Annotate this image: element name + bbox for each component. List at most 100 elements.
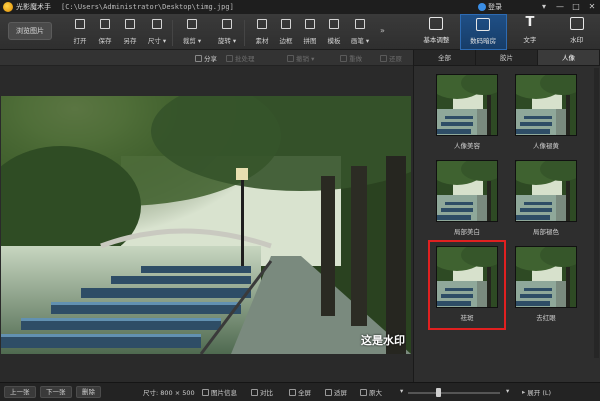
tab-text[interactable]: T 文字 [507, 14, 554, 50]
share-icon [195, 54, 202, 62]
undo-icon [287, 54, 294, 62]
crop-button[interactable]: 裁剪 ▾ [180, 18, 204, 48]
brush-icon [355, 19, 365, 29]
border-button[interactable]: 边框 [274, 18, 298, 48]
compare-button[interactable]: 对比 [251, 387, 273, 397]
effect-preview [515, 160, 577, 222]
effect-portrait-beauty[interactable]: 人像美容 [434, 74, 500, 152]
open-button[interactable]: 打开 [68, 18, 92, 48]
zoom-in-button[interactable]: ▾ [506, 387, 509, 395]
text-icon: T [525, 15, 535, 30]
app-logo-icon [3, 2, 13, 12]
actual-size-icon [360, 388, 367, 396]
template-label: 模板 [327, 37, 341, 45]
image-info-label: 图片信息 [211, 389, 237, 397]
minimize-button[interactable]: — [554, 1, 566, 12]
undo-button[interactable]: 撤销 ▾ [287, 53, 314, 63]
batch-icon [226, 54, 233, 62]
toolbar-more-button[interactable]: » [380, 26, 385, 35]
brush-button[interactable]: 画笔 ▾ [348, 18, 372, 48]
tab-watermark[interactable]: 水印 [553, 14, 600, 50]
image-info-button[interactable]: 图片信息 [202, 387, 237, 397]
fullscreen-icon [289, 388, 296, 396]
effect-red-eye-removal[interactable]: 去红眼 [513, 246, 579, 324]
resize-label: 尺寸 ▾ [147, 37, 167, 45]
maximize-button[interactable]: □ [570, 1, 582, 12]
toolbar-divider [172, 20, 173, 46]
tab-watermark-label: 水印 [570, 36, 584, 44]
effect-preview [436, 160, 498, 222]
template-button[interactable]: 模板 [322, 18, 346, 48]
effect-label: 祛斑 [460, 314, 474, 322]
share-button[interactable]: 分享 [195, 53, 217, 63]
batch-label: 批处理 [235, 55, 255, 63]
rotate-label: 旋转 ▾ [217, 37, 237, 45]
rotate-icon [222, 19, 232, 29]
tab-portrait[interactable]: 人像 [538, 50, 600, 65]
crop-label: 裁剪 ▾ [182, 37, 202, 45]
effect-portrait-fade-yellow[interactable]: 人像褪黄 [513, 74, 579, 152]
edited-photo[interactable]: 这是水印 [1, 96, 411, 354]
brush-label: 画笔 ▾ [350, 37, 370, 45]
title-bar: 光影魔术手 [C:\Users\Administrator\Desktop\ti… [0, 0, 600, 14]
collage-icon [305, 19, 315, 29]
material-button[interactable]: 素材 [250, 18, 274, 48]
expand-panel-button[interactable]: ▸ 展开 (L) [522, 387, 551, 397]
expand-label: 展开 (L) [527, 389, 552, 397]
edit-action-bar: 分享 批处理 撤销 ▾ 重做 还原 [0, 50, 413, 66]
fullscreen-label: 全屏 [298, 389, 311, 397]
image-canvas[interactable]: 这是水印 [0, 66, 413, 382]
fullscreen-button[interactable]: 全屏 [289, 387, 311, 397]
browse-images-button[interactable]: 浏览图片 [8, 22, 52, 40]
zoom-slider[interactable] [408, 388, 500, 397]
save-as-label: 另存 [123, 37, 137, 45]
delete-button[interactable]: 删除 [76, 386, 101, 398]
fit-screen-label: 适屏 [334, 389, 347, 397]
watermark-text: 这是水印 [361, 334, 405, 347]
collage-button[interactable]: 拼图 [298, 18, 322, 48]
restore-button[interactable]: 还原 [380, 53, 402, 63]
effect-preview [515, 74, 577, 136]
previous-image-button[interactable]: 上一张 [4, 386, 36, 398]
tab-digital-darkroom[interactable]: 数码暗房 [459, 14, 507, 50]
tab-basic-adjust[interactable]: 基本调整 [413, 14, 460, 50]
redo-label: 重做 [349, 55, 362, 63]
zoom-out-button[interactable]: ▾ [400, 387, 403, 395]
effects-panel: 全部 胶片 人像 人像美容 人像褪黄 局部美白 局部褪色 祛斑 去红眼 [413, 50, 600, 382]
save-as-button[interactable]: 另存 [118, 18, 142, 48]
resize-button[interactable]: 尺寸 ▾ [145, 18, 169, 48]
photo-scene [1, 96, 411, 354]
next-image-button[interactable]: 下一张 [40, 386, 72, 398]
effect-preview [436, 246, 498, 308]
material-label: 素材 [255, 37, 269, 45]
batch-button[interactable]: 批处理 [226, 53, 255, 63]
effect-label: 人像褪黄 [533, 142, 559, 150]
effect-spot-removal[interactable]: 祛斑 [428, 240, 506, 330]
tab-film[interactable]: 胶片 [476, 50, 538, 65]
status-bar: 上一张 下一张 删除 尺寸: 800 × 500 图片信息 对比 全屏 适屏 原… [0, 382, 600, 401]
tab-digital-darkroom-label: 数码暗房 [470, 37, 497, 45]
menu-dropdown-button[interactable]: ▾ [538, 1, 550, 12]
panel-scrollbar[interactable] [594, 68, 599, 358]
main-toolbar: 浏览图片 打开 保存 另存 尺寸 ▾ 裁剪 ▾ 旋转 ▾ 素材 边框 拼图 模板 [0, 14, 600, 50]
effect-label: 人像美容 [454, 142, 480, 150]
login-button[interactable]: 登录 [478, 2, 502, 12]
actual-size-button[interactable]: 原大 [360, 387, 382, 397]
fit-screen-button[interactable]: 适屏 [325, 387, 347, 397]
effect-local-fade[interactable]: 局部褪色 [513, 160, 579, 238]
material-icon [257, 19, 267, 29]
redo-button[interactable]: 重做 [340, 53, 362, 63]
expand-icon: ▸ [522, 388, 526, 396]
compare-label: 对比 [260, 389, 273, 397]
undo-label: 撤销 ▾ [296, 55, 315, 63]
watermark-icon [569, 17, 584, 30]
toolbar-divider [244, 20, 245, 46]
border-icon [281, 19, 291, 29]
file-path: [C:\Users\Administrator\Desktop\timg.jpg… [61, 3, 234, 11]
tab-all[interactable]: 全部 [414, 50, 476, 65]
close-button[interactable]: ✕ [586, 1, 598, 12]
effect-local-whitening[interactable]: 局部美白 [434, 160, 500, 238]
rotate-button[interactable]: 旋转 ▾ [215, 18, 239, 48]
save-button[interactable]: 保存 [93, 18, 117, 48]
zoom-slider-handle[interactable] [435, 388, 441, 397]
